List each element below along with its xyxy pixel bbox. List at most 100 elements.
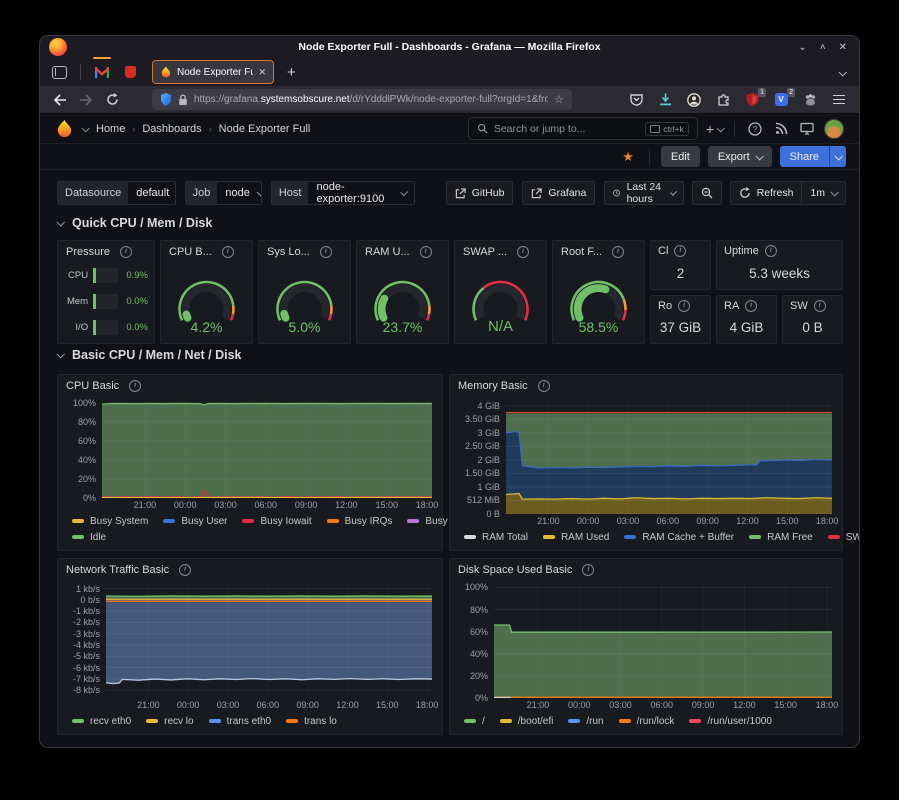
legend-item[interactable]: / — [464, 716, 485, 727]
legend-item[interactable]: recv lo — [146, 716, 193, 727]
legend-item[interactable]: Busy Iowait — [242, 516, 311, 527]
info-icon[interactable]: i — [320, 246, 332, 258]
search-input[interactable]: Search or jump to... ctrl+k — [468, 117, 698, 140]
tab-close-icon[interactable]: ✕ — [258, 67, 266, 78]
info-icon[interactable]: i — [420, 246, 432, 258]
panel-uptime[interactable]: Uptimei 5.3 weeks — [716, 240, 843, 290]
extensions-puzzle-icon[interactable] — [715, 92, 731, 108]
add-new-button[interactable]: + — [706, 120, 723, 138]
zoom-out-button[interactable] — [692, 181, 722, 205]
extension-paw-icon[interactable] — [802, 92, 818, 108]
panel-cpu-basic[interactable]: CPU Basici 100%80%60%40%20%0%21:0000:000… — [57, 374, 443, 551]
panel-cpu-cores[interactable]: Cli 2 — [650, 240, 711, 290]
legend-item[interactable]: /run/lock — [619, 716, 675, 727]
kiosk-monitor-icon[interactable] — [798, 120, 816, 138]
section-quick-cpu-mem-disk[interactable]: Quick CPU / Mem / Disk — [57, 216, 212, 230]
legend-item[interactable]: /boot/efi — [500, 716, 554, 727]
url-bar[interactable]: https://grafana.systemsobscure.net/d/rYd… — [152, 89, 572, 110]
share-menu-button[interactable] — [829, 146, 846, 167]
user-avatar[interactable] — [824, 119, 844, 139]
panel-swap-used-gauge[interactable]: SWAP ...i N/A — [454, 240, 547, 344]
legend-item[interactable]: RAM Used — [543, 532, 609, 543]
info-icon[interactable]: i — [538, 380, 550, 392]
legend-item[interactable]: trans eth0 — [209, 716, 271, 727]
active-tab[interactable]: Node Exporter Full - Dashbo ✕ — [152, 60, 274, 84]
info-icon[interactable]: i — [179, 564, 191, 576]
account-icon[interactable] — [686, 92, 702, 108]
panel-memory-basic[interactable]: Memory Basici 4 GiB3.50 GiB3 GiB2.50 GiB… — [449, 374, 843, 551]
panel-rootfs-total[interactable]: Roi 37 GiB — [650, 295, 711, 344]
breadcrumb-home[interactable]: Home — [96, 123, 125, 135]
panel-pressure[interactable]: Pressurei CPU 0.9% Mem 0.0% I/O — [57, 240, 155, 344]
variable-select[interactable]: node — [217, 182, 261, 204]
legend-item[interactable]: Busy User — [163, 516, 227, 527]
plot-area[interactable] — [102, 399, 432, 498]
pinned-tab-gmail[interactable] — [90, 60, 114, 84]
bookmark-star-icon[interactable]: ☆ — [554, 93, 564, 106]
extension-blue-v-icon[interactable]: V 2 — [773, 92, 789, 108]
refresh-button[interactable]: Refresh — [730, 181, 802, 205]
news-rss-icon[interactable] — [772, 120, 790, 138]
back-button[interactable] — [52, 92, 68, 108]
share-button[interactable]: Share — [780, 146, 829, 167]
legend-item[interactable]: Busy IRQs — [327, 516, 393, 527]
info-icon[interactable]: i — [129, 380, 141, 392]
new-tab-button[interactable]: + — [287, 65, 296, 80]
legend-item[interactable]: trans lo — [286, 716, 337, 727]
panel-disk-space-used-basic[interactable]: Disk Space Used Basici 100%80%60%40%20%0… — [449, 558, 843, 735]
panel-network-traffic-basic[interactable]: Network Traffic Basici 1 kb/s0 b/s-1 kb/… — [57, 558, 443, 735]
list-all-tabs-icon[interactable] — [839, 63, 845, 81]
forward-button[interactable] — [78, 92, 94, 108]
panel-cpu-busy-gauge[interactable]: CPU B...i 4.2% — [160, 240, 253, 344]
info-icon[interactable]: i — [222, 246, 234, 258]
legend-item[interactable]: Busy System — [72, 516, 148, 527]
downloads-icon[interactable] — [657, 92, 673, 108]
firefox-view-icon[interactable] — [52, 66, 67, 79]
tracking-protection-shield-icon[interactable] — [160, 93, 172, 106]
grafana-logo[interactable] — [55, 119, 74, 138]
variable-select[interactable]: default — [128, 182, 175, 204]
plot-area[interactable] — [494, 583, 832, 698]
panel-ram-total[interactable]: RAi 4 GiB — [716, 295, 777, 344]
info-icon[interactable]: i — [765, 245, 777, 257]
grafana-link-button[interactable]: Grafana — [522, 181, 595, 205]
chevron-down-icon[interactable] — [81, 124, 89, 132]
info-icon[interactable]: i — [674, 245, 686, 257]
help-icon[interactable]: ? — [746, 120, 764, 138]
export-button[interactable]: Export — [708, 146, 772, 167]
section-basic-cpu-mem-net-disk[interactable]: Basic CPU / Mem / Net / Disk — [57, 348, 242, 362]
pocket-icon[interactable] — [628, 92, 644, 108]
edit-button[interactable]: Edit — [661, 146, 700, 167]
info-icon[interactable]: i — [814, 300, 826, 312]
legend-item[interactable]: SWAP Used — [828, 532, 859, 543]
info-icon[interactable]: i — [612, 246, 624, 258]
legend-item[interactable]: RAM Cache + Buffer — [624, 532, 734, 543]
extension-red-shield-icon[interactable]: 1 — [744, 92, 760, 108]
window-maximize-button[interactable]: ˄ — [820, 42, 826, 53]
favorite-star-icon[interactable]: ★ — [622, 149, 634, 165]
breadcrumb-dashboards[interactable]: Dashboards — [142, 123, 201, 135]
info-icon[interactable]: i — [678, 300, 690, 312]
refresh-interval-select[interactable]: 1m — [801, 181, 846, 205]
panel-root-fs-gauge[interactable]: Root F...i 58.5% — [552, 240, 645, 344]
time-range-picker[interactable]: Last 24 hours — [604, 181, 683, 205]
info-icon[interactable]: i — [745, 300, 757, 312]
info-icon[interactable]: i — [582, 564, 594, 576]
info-icon[interactable]: i — [517, 246, 529, 258]
github-link-button[interactable]: GitHub — [446, 181, 514, 205]
info-icon[interactable]: i — [120, 246, 132, 258]
menu-hamburger-icon[interactable] — [831, 92, 847, 108]
plot-area[interactable] — [506, 399, 832, 514]
window-minimize-button[interactable]: ⌄ — [798, 42, 806, 53]
panel-ram-used-gauge[interactable]: RAM U...i 23.7% — [356, 240, 449, 344]
pinned-tab-red[interactable] — [118, 60, 142, 84]
legend-item[interactable]: RAM Free — [749, 532, 813, 543]
reload-button[interactable] — [104, 92, 120, 108]
panel-swap-total[interactable]: SWi 0 B — [782, 295, 843, 344]
legend-item[interactable]: recv eth0 — [72, 716, 131, 727]
panel-sys-load-gauge[interactable]: Sys Lo...i 5.0% — [258, 240, 351, 344]
plot-area[interactable] — [106, 583, 432, 698]
legend-item[interactable]: /run — [568, 716, 603, 727]
window-close-button[interactable]: ✕ — [839, 42, 847, 53]
legend-item[interactable]: RAM Total — [464, 532, 528, 543]
